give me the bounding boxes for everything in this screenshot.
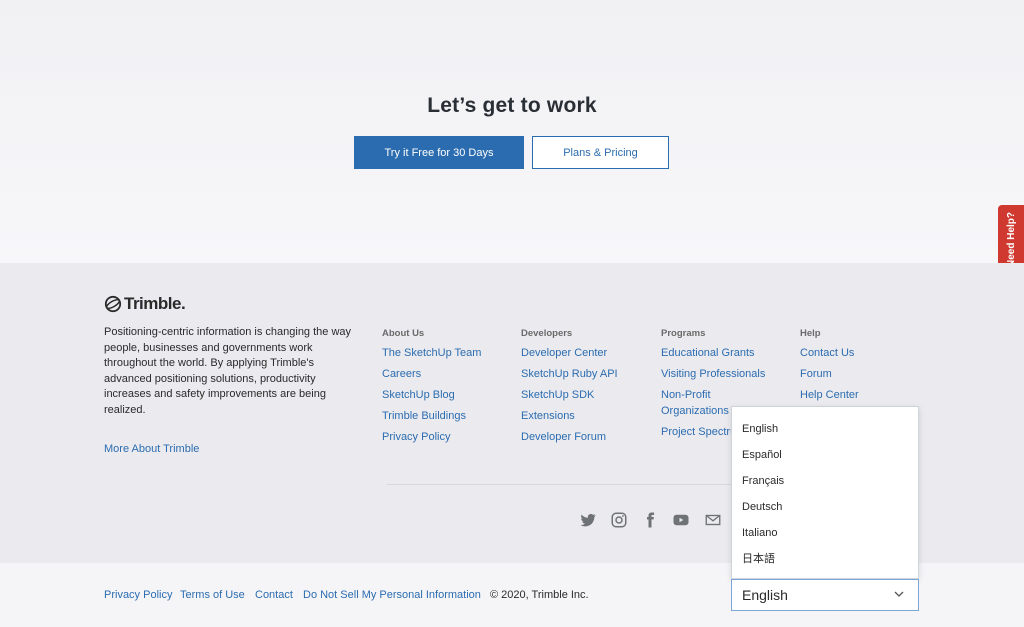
- language-option-french[interactable]: Français: [732, 468, 918, 494]
- footer-link-non-profit[interactable]: Non-Profit Organizations: [661, 388, 733, 419]
- facebook-icon[interactable]: [639, 509, 661, 531]
- language-option-english[interactable]: English: [732, 416, 918, 442]
- footer-link-forum[interactable]: Forum: [800, 367, 859, 383]
- trimble-globe-icon: [104, 295, 122, 313]
- bottom-link-privacy-policy[interactable]: Privacy Policy: [104, 589, 172, 601]
- footer-link-ruby-api[interactable]: SketchUp Ruby API: [521, 367, 618, 383]
- footer-link-trimble-buildings[interactable]: Trimble Buildings: [382, 409, 481, 425]
- footer-link-blog[interactable]: SketchUp Blog: [382, 388, 481, 404]
- footer-col-about: About Us The SketchUp Team Careers Sketc…: [382, 328, 481, 451]
- footer-col-programs: Programs Educational Grants Visiting Pro…: [661, 328, 765, 446]
- footer-link-privacy-policy[interactable]: Privacy Policy: [382, 430, 481, 446]
- footer-col-heading: About Us: [382, 328, 425, 339]
- footer-col-heading: Programs: [661, 328, 706, 339]
- more-about-trimble-link[interactable]: More About Trimble: [104, 443, 199, 455]
- trimble-logo[interactable]: Trimble.: [104, 294, 186, 314]
- language-option-japanese[interactable]: 日本語: [732, 546, 918, 572]
- footer-col-developers: Developers Developer Center SketchUp Rub…: [521, 328, 618, 451]
- instagram-icon[interactable]: [608, 509, 630, 531]
- need-help-label: Need Help?: [1005, 211, 1017, 267]
- language-option-german[interactable]: Deutsch: [732, 494, 918, 520]
- footer-link-sketchup-team[interactable]: The SketchUp Team: [382, 346, 481, 362]
- footer-col-heading: Help: [800, 328, 821, 339]
- email-icon[interactable]: [702, 509, 724, 531]
- bottom-link-do-not-sell[interactable]: Do Not Sell My Personal Information: [303, 589, 481, 601]
- language-option-italian[interactable]: Italiano: [732, 520, 918, 546]
- bottom-link-terms-of-use[interactable]: Terms of Use: [180, 589, 245, 601]
- language-option-spanish[interactable]: Español: [732, 442, 918, 468]
- youtube-icon[interactable]: [670, 509, 692, 531]
- twitter-icon[interactable]: [577, 509, 599, 531]
- bottom-link-contact[interactable]: Contact: [255, 589, 293, 601]
- chevron-down-icon: [894, 591, 904, 597]
- footer-link-developer-center[interactable]: Developer Center: [521, 346, 618, 362]
- language-select[interactable]: English: [731, 579, 919, 611]
- plans-pricing-button[interactable]: Plans & Pricing: [532, 136, 669, 169]
- cta-title: Let’s get to work: [427, 94, 597, 117]
- language-selected-value: English: [742, 587, 788, 603]
- language-dropdown-menu: English Español Français Deutsch Italian…: [731, 406, 919, 579]
- footer-link-educational-grants[interactable]: Educational Grants: [661, 346, 755, 362]
- cta-section: Let’s get to work Try it Free for 30 Day…: [0, 0, 1024, 263]
- footer-link-project-spectrum[interactable]: Project Spectrum: [661, 425, 745, 441]
- footer-link-help-center[interactable]: Help Center: [800, 388, 859, 404]
- footer-col-help: Help Contact Us Forum Help Center: [800, 328, 859, 409]
- copyright-text: © 2020, Trimble Inc.: [490, 589, 589, 601]
- try-free-button[interactable]: Try it Free for 30 Days: [354, 136, 524, 169]
- footer-link-extensions[interactable]: Extensions: [521, 409, 618, 425]
- about-trimble-text: Positioning-centric information is chang…: [104, 326, 352, 416]
- footer-link-careers[interactable]: Careers: [382, 367, 481, 383]
- footer-link-sdk[interactable]: SketchUp SDK: [521, 388, 618, 404]
- footer-col-heading: Developers: [521, 328, 573, 339]
- footer-link-contact-us[interactable]: Contact Us: [800, 346, 859, 362]
- logo-text: Trimble.: [124, 294, 186, 313]
- footer-link-visiting-professionals[interactable]: Visiting Professionals: [661, 367, 765, 383]
- footer-link-developer-forum[interactable]: Developer Forum: [521, 430, 618, 446]
